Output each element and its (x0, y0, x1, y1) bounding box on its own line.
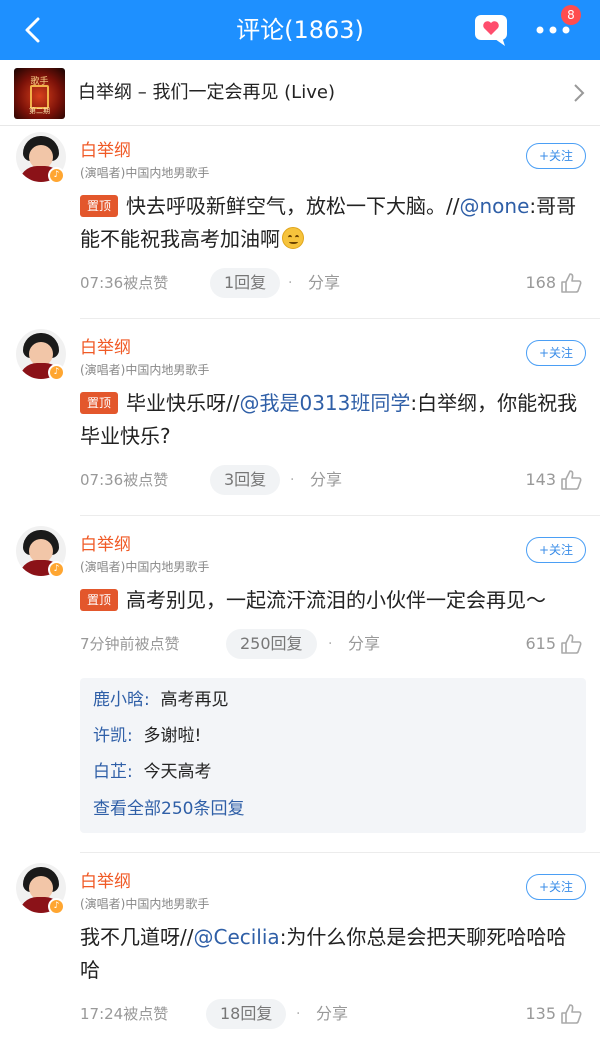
author-tag: (演唱者)中国内地男歌手 (80, 166, 210, 180)
author-tag: (演唱者)中国内地男歌手 (80, 363, 210, 377)
author-tag: (演唱者)中国内地男歌手 (80, 560, 210, 574)
reply-preview: 鹿小晗: 高考再见 许凯: 多谢啦! 白芷: 今天高考 查看全部250条回复 (80, 678, 586, 833)
mention-link[interactable]: @我是0313班同学 (239, 391, 410, 415)
follow-button[interactable]: +关注 (526, 340, 586, 366)
replies-button[interactable]: 1回复 (210, 268, 281, 298)
comment-text: 我不几道呀//@Cecilia:为什么你总是会把天聊死哈哈哈哈 (80, 925, 567, 982)
divider (80, 515, 600, 516)
like-count[interactable]: 615 (525, 629, 582, 659)
author-tag: (演唱者)中国内地男歌手 (80, 897, 210, 911)
like-count[interactable]: 143 (525, 465, 582, 495)
comment-author[interactable]: 白举纲 (80, 136, 131, 161)
comment-author[interactable]: 白举纲 (80, 333, 131, 358)
cover-small-text: 第二期 (29, 107, 50, 115)
thumb-up-icon (561, 273, 582, 293)
mention-link[interactable]: @none (459, 194, 529, 218)
thumb-up-icon (561, 470, 582, 490)
comment-meta: 07:36被点赞 1回复 · 分享 168 (80, 268, 590, 298)
pinned-badge: 置顶 (80, 589, 118, 611)
chevron-right-icon (574, 84, 585, 102)
smile-emoji-icon (282, 227, 304, 249)
verified-icon: ♪ (48, 167, 65, 184)
comment-meta: 07:36被点赞 3回复 · 分享 143 (80, 465, 590, 495)
verified-icon: ♪ (48, 364, 65, 381)
comment-meta: 17:24被点赞 18回复 · 分享 135 (80, 999, 590, 1029)
verified-icon: ♪ (48, 561, 65, 578)
like-count[interactable]: 135 (525, 999, 582, 1029)
follow-button[interactable]: +关注 (526, 874, 586, 900)
pinned-badge: 置顶 (80, 392, 118, 414)
comment-text: 置顶 快去呼吸新鲜空气，放松一下大脑。//@none:哥哥 能不能祝我高考加油啊 (80, 194, 577, 251)
comment-meta: 7分钟前被点赞 250回复 · 分享 615 (80, 629, 590, 659)
comment-text: 置顶 高考别见，一起流汗流泪的小伙伴一定会再见～ (80, 584, 585, 617)
replies-button[interactable]: 3回复 (210, 465, 281, 495)
heart-bubble-icon[interactable] (473, 13, 509, 47)
follow-button[interactable]: +关注 (526, 537, 586, 563)
thumb-up-icon (561, 1004, 582, 1024)
top-bar: 评论(1863) 8 (0, 0, 600, 60)
thumb-up-icon (561, 634, 582, 654)
reply-item[interactable]: 许凯: 多谢啦! (93, 724, 201, 748)
like-time: 07:36被点赞 (80, 274, 169, 292)
divider (80, 852, 600, 853)
replies-button[interactable]: 18回复 (206, 999, 287, 1029)
divider (80, 318, 600, 319)
follow-button[interactable]: +关注 (526, 143, 586, 169)
share-button[interactable]: 分享 (348, 629, 380, 659)
album-cover: 歌手 第二期 (14, 68, 65, 119)
reply-item[interactable]: 鹿小晗: 高考再见 (93, 688, 229, 712)
comment-author[interactable]: 白举纲 (80, 867, 131, 892)
comment-author[interactable]: 白举纲 (80, 530, 131, 555)
song-row[interactable]: 歌手 第二期 白举纲 – 我们一定会再见 (Live) (0, 60, 600, 126)
replies-button[interactable]: 250回复 (226, 629, 317, 659)
mention-link[interactable]: @Cecilia (193, 925, 279, 949)
like-time: 17:24被点赞 (80, 1005, 169, 1023)
like-time: 7分钟前被点赞 (80, 635, 180, 653)
page-title: 评论(1863) (236, 16, 364, 44)
verified-icon: ♪ (48, 898, 65, 915)
share-button[interactable]: 分享 (310, 465, 342, 495)
reply-item[interactable]: 白芷: 今天高考 (93, 760, 212, 784)
like-count[interactable]: 168 (525, 268, 582, 298)
song-title: 白举纲 – 我们一定会再见 (Live) (78, 82, 335, 103)
comment-text: 置顶 毕业快乐呀//@我是0313班同学:白举纲，你能祝我毕业快乐? (80, 391, 578, 448)
notification-badge: 8 (561, 5, 581, 25)
share-button[interactable]: 分享 (316, 999, 348, 1029)
like-time: 07:36被点赞 (80, 471, 169, 489)
share-button[interactable]: 分享 (308, 268, 340, 298)
view-all-replies-link[interactable]: 查看全部250条回复 (93, 797, 244, 821)
pinned-badge: 置顶 (80, 195, 118, 217)
